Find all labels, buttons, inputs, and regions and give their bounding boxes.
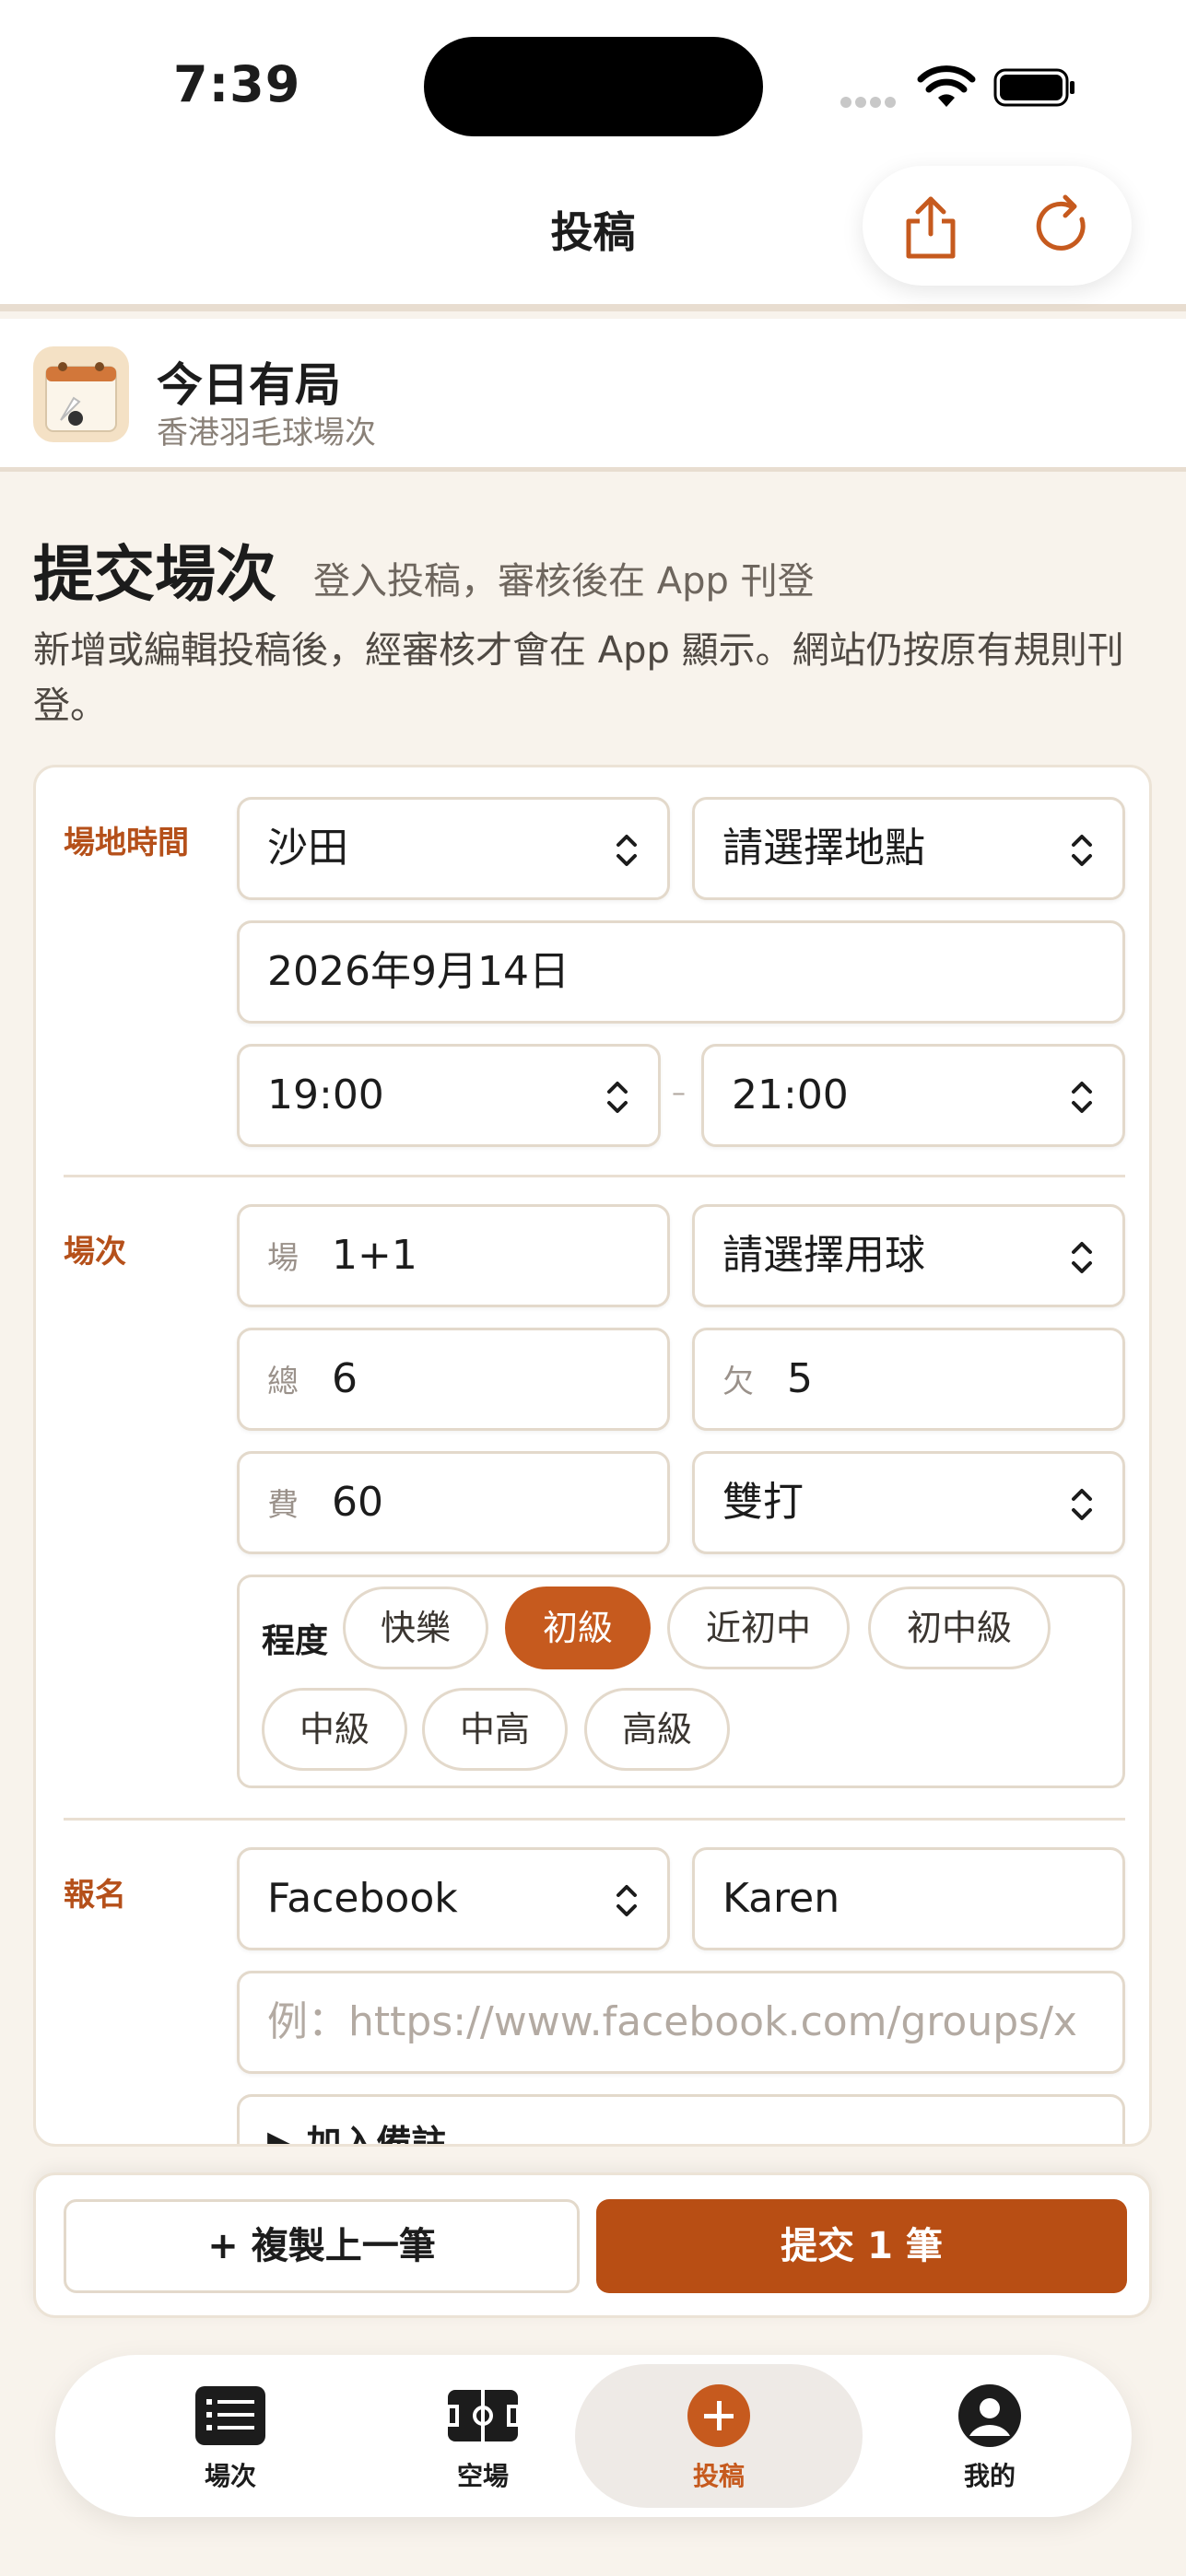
- signal-icon: [840, 94, 901, 108]
- battery-icon: [993, 68, 1074, 107]
- court-icon: [446, 2390, 520, 2441]
- level-selector: 程度 快樂 初級 近初中 初中級 中級 中高 高級: [237, 1575, 1125, 1788]
- platform-value: Facebook: [267, 1875, 458, 1922]
- status-time: 7:39: [173, 55, 301, 113]
- page-subtitle: 登入投稿，審核後在 App 刊登: [313, 560, 815, 603]
- total-players-field[interactable]: 總6: [237, 1328, 670, 1431]
- district-select[interactable]: 沙田: [237, 797, 670, 900]
- tab-profile[interactable]: 我的: [855, 2355, 1124, 2517]
- tab-submit[interactable]: 投稿: [575, 2364, 863, 2508]
- add-note-toggle[interactable]: ▶ 加入備註: [237, 2094, 1125, 2147]
- fee-field[interactable]: 費 60: [237, 1451, 670, 1554]
- total-prefix: 總: [267, 1364, 299, 1400]
- contact-name-value: Karen: [722, 1875, 840, 1922]
- tab-label: 我的: [963, 2461, 1016, 2491]
- section-label-venue-time: 場地時間: [64, 825, 189, 861]
- tab-bar: 場次 空場 投稿 我的: [55, 2355, 1132, 2517]
- dynamic-island: [424, 37, 763, 136]
- chevron-updown-icon: [1072, 1082, 1092, 1113]
- shuttle-select[interactable]: 請選擇用球: [692, 1204, 1125, 1307]
- location-placeholder: 請選擇地點: [722, 825, 925, 872]
- start-time-select[interactable]: 19:00: [237, 1044, 661, 1147]
- missing-value: 5: [787, 1355, 813, 1402]
- chevron-updown-icon: [616, 1885, 637, 1916]
- shuttle-placeholder: 請選擇用球: [722, 1232, 925, 1279]
- location-select[interactable]: 請選擇地點: [692, 797, 1125, 900]
- brand-subtitle: 香港羽毛球場次: [157, 415, 376, 451]
- brand-bar: 今日有局 香港羽毛球場次: [0, 319, 1186, 472]
- date-field[interactable]: 2026年9月14日: [237, 920, 1125, 1024]
- form-action-bar: + 複製上一筆 提交 1 筆: [33, 2172, 1152, 2318]
- platform-select[interactable]: Facebook: [237, 1847, 670, 1950]
- profile-icon: [958, 2384, 1021, 2447]
- missing-players-field[interactable]: 欠5: [692, 1328, 1125, 1431]
- submission-form: 場地時間 沙田 請選擇地點 2026年9月14日 19:00 – 21:00 場…: [33, 765, 1152, 2147]
- plus-circle-icon: [687, 2384, 750, 2447]
- nav-header: 投稿: [0, 166, 1186, 311]
- tab-label: 場次: [204, 2461, 256, 2491]
- chevron-updown-icon: [607, 1082, 628, 1113]
- courts-prefix: 場: [267, 1240, 299, 1277]
- start-time-value: 19:00: [267, 1071, 384, 1118]
- play-type-value: 雙打: [722, 1479, 804, 1526]
- courts-field[interactable]: 場 1+1: [237, 1204, 670, 1307]
- section-label-session: 場次: [64, 1234, 126, 1270]
- signup-url-placeholder: 例：https://www.facebook.com/groups/x: [267, 1998, 1077, 2045]
- time-separator: –: [672, 1077, 686, 1109]
- level-chip[interactable]: 快樂: [343, 1587, 488, 1669]
- total-value: 6: [332, 1355, 358, 1402]
- fee-value: 60: [332, 1479, 383, 1526]
- submit-button[interactable]: 提交 1 筆: [596, 2199, 1127, 2293]
- status-bar: 7:39: [0, 0, 1186, 166]
- chevron-updown-icon: [1072, 835, 1092, 866]
- section-divider: [64, 1818, 1125, 1821]
- contact-name-field[interactable]: Karen: [692, 1847, 1125, 1950]
- level-chip[interactable]: 高級: [584, 1688, 730, 1771]
- copy-previous-button[interactable]: + 複製上一筆: [64, 2199, 580, 2293]
- chevron-updown-icon: [616, 835, 637, 866]
- fee-prefix: 費: [267, 1487, 299, 1524]
- missing-prefix: 欠: [722, 1364, 754, 1400]
- page-description: 新增或編輯投稿後，經審核才會在 App 顯示。網站仍按原有規則刊登。: [33, 629, 1124, 727]
- courts-value: 1+1: [332, 1232, 417, 1279]
- date-value: 2026年9月14日: [267, 948, 570, 995]
- share-icon[interactable]: [896, 192, 966, 262]
- page-title: 提交場次: [33, 538, 276, 610]
- level-chip-selected[interactable]: 初級: [505, 1587, 651, 1669]
- level-label: 程度: [262, 1622, 329, 1660]
- list-icon: [195, 2386, 265, 2445]
- add-note-label: ▶ 加入備註: [267, 2123, 447, 2147]
- wifi-icon: [917, 65, 976, 107]
- section-label-signup: 報名: [64, 1877, 126, 1914]
- brand-name: 今日有局: [157, 357, 341, 412]
- end-time-value: 21:00: [732, 1071, 849, 1118]
- app-logo: [33, 346, 129, 442]
- tab-label: 投稿: [692, 2461, 745, 2491]
- section-divider: [64, 1175, 1125, 1177]
- tab-sessions[interactable]: 場次: [96, 2355, 365, 2517]
- chevron-updown-icon: [1072, 1489, 1092, 1520]
- header-actions: [863, 166, 1132, 286]
- district-value: 沙田: [267, 825, 348, 872]
- level-chip[interactable]: 近初中: [667, 1587, 850, 1669]
- refresh-icon[interactable]: [1028, 192, 1098, 262]
- level-chip[interactable]: 中高: [422, 1688, 568, 1771]
- level-chip[interactable]: 初中級: [868, 1587, 1051, 1669]
- signup-url-field[interactable]: 例：https://www.facebook.com/groups/x: [237, 1971, 1125, 2074]
- end-time-select[interactable]: 21:00: [701, 1044, 1125, 1147]
- play-type-select[interactable]: 雙打: [692, 1451, 1125, 1554]
- chevron-updown-icon: [1072, 1242, 1092, 1273]
- level-chip[interactable]: 中級: [262, 1688, 407, 1771]
